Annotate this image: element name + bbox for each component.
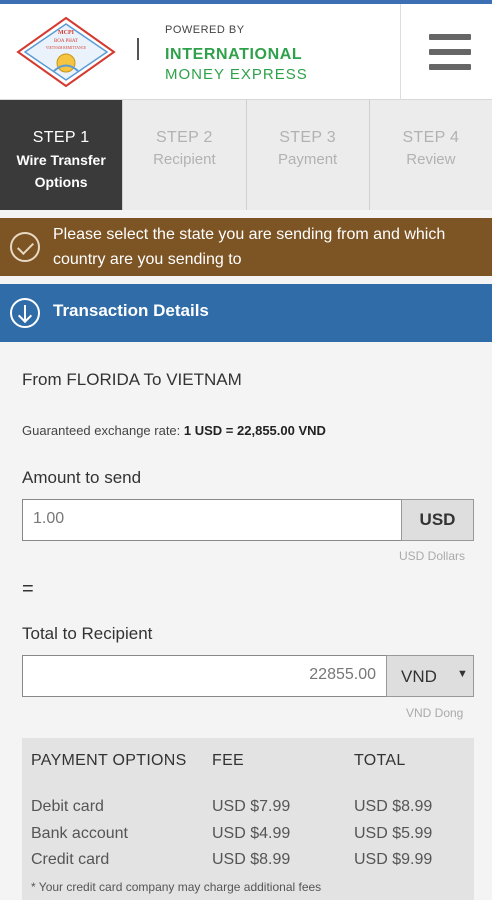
step-label: Recipient <box>153 151 216 168</box>
amount-currency-button[interactable]: USD <box>401 499 474 541</box>
caret-down-icon: ▼ <box>457 668 468 680</box>
step-3-tab[interactable]: STEP 3 Payment <box>247 100 370 210</box>
step-1-tab[interactable]: STEP 1 Wire Transfer Options <box>0 100 124 210</box>
svg-text:MCPI: MCPI <box>58 30 75 36</box>
step-2-tab[interactable]: STEP 2 Recipient <box>123 100 247 210</box>
exchange-rate-label: Guaranteed exchange rate: <box>22 423 181 438</box>
step-label: Wire Transfer Options <box>16 152 106 190</box>
exchange-rate-value: 1 USD = 22,855.00 VND <box>183 423 326 438</box>
credit-card-fee-note: * Your credit card company may charge ad… <box>31 880 322 894</box>
fee-value: USD $8.99 <box>212 851 291 868</box>
step-number: STEP 2 <box>156 129 213 146</box>
exchange-rate: Guaranteed exchange rate: 1 USD = 22,855… <box>22 423 326 438</box>
brand-name-line2: MONEY EXPRESS <box>165 66 308 83</box>
step-label: Review <box>406 151 456 168</box>
transaction-details-panel: From FLORIDA To VIETNAM Guaranteed excha… <box>0 344 492 900</box>
transaction-details-header[interactable]: Transaction Details <box>0 284 492 342</box>
total-header: TOTAL <box>354 752 406 769</box>
total-currency-hint: VND Dong <box>406 706 464 720</box>
total-label: Total to Recipient <box>22 624 153 643</box>
header-separator <box>137 38 139 60</box>
amount-label: Amount to send <box>22 468 142 487</box>
total-value: USD $8.99 <box>354 798 433 815</box>
fee-header: FEE <box>212 752 245 769</box>
amount-currency-hint: USD Dollars <box>399 549 466 563</box>
payment-options-table: PAYMENT OPTIONS FEE TOTAL Debit card USD… <box>22 738 474 900</box>
total-value: USD $9.99 <box>354 851 433 868</box>
company-logo: MCPI BOA PHAT VIETNAM REMITTANCE <box>16 16 116 88</box>
payment-options-header: PAYMENT OPTIONS <box>31 752 187 769</box>
step-progress: STEP 1 Wire Transfer Options STEP 2 Reci… <box>0 100 492 210</box>
step-number: STEP 1 <box>32 129 90 146</box>
step-label: Payment <box>278 151 338 168</box>
arrow-down-circle-icon <box>10 298 40 328</box>
payment-option-debit-card[interactable]: Debit card <box>31 798 104 816</box>
svg-text:BOA PHAT: BOA PHAT <box>54 39 78 44</box>
payment-option-credit-card[interactable]: Credit card <box>31 851 109 869</box>
step-number: STEP 3 <box>279 129 336 146</box>
instruction-text: Please select the state you are sending … <box>53 226 446 268</box>
section-title: Transaction Details <box>53 301 209 320</box>
check-circle-icon <box>10 232 40 262</box>
total-value: USD $5.99 <box>354 825 433 842</box>
powered-by-label: POWERED BY <box>165 24 245 36</box>
fee-value: USD $7.99 <box>212 798 291 815</box>
step-4-tab[interactable]: STEP 4 Review <box>370 100 492 210</box>
brand-name-line1: INTERNATIONAL <box>165 46 303 63</box>
fee-value: USD $4.99 <box>212 825 291 842</box>
total-recipient-input[interactable]: 22855.00 <box>22 655 387 697</box>
svg-text:VIETNAM REMITTANCE: VIETNAM REMITTANCE <box>46 46 87 50</box>
hamburger-menu-icon[interactable] <box>400 4 492 100</box>
currency-select-value: VND <box>401 667 437 686</box>
app-header: MCPI BOA PHAT VIETNAM REMITTANCE POWERED… <box>0 4 492 100</box>
payment-option-bank-account[interactable]: Bank account <box>31 825 128 843</box>
equals-sign: = <box>22 578 34 600</box>
route-text: From FLORIDA To VIETNAM <box>22 370 242 389</box>
instruction-banner: Please select the state you are sending … <box>0 218 492 276</box>
currency-select[interactable]: VND ▼ <box>386 655 474 697</box>
amount-input[interactable]: 1.00 <box>22 499 402 541</box>
step-number: STEP 4 <box>402 129 460 146</box>
